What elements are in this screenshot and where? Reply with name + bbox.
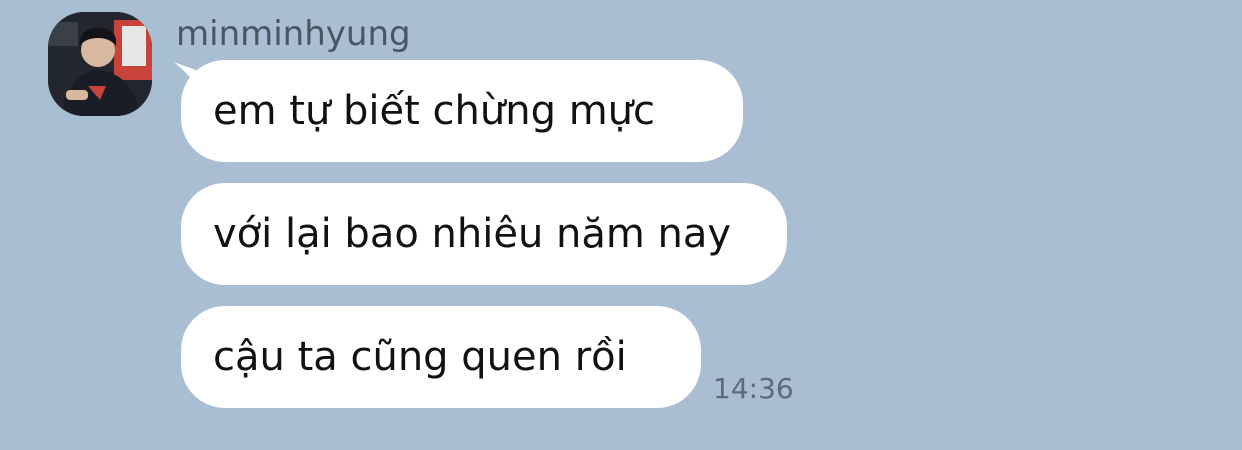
message-text: cậu ta cũng quen rồi (213, 334, 627, 380)
message-text: với lại bao nhiêu năm nay (213, 211, 732, 257)
message-timestamp: 14:36 (713, 372, 794, 405)
message-bubble[interactable]: cậu ta cũng quen rồi (181, 306, 701, 408)
message-bubble[interactable]: với lại bao nhiêu năm nay (181, 183, 787, 285)
avatar-photo-icon (48, 12, 152, 116)
message-text: em tự biết chừng mực (213, 88, 656, 134)
avatar[interactable] (48, 12, 152, 116)
message-bubble[interactable]: em tự biết chừng mực (181, 60, 743, 162)
sender-name: minminhyung (176, 14, 411, 54)
